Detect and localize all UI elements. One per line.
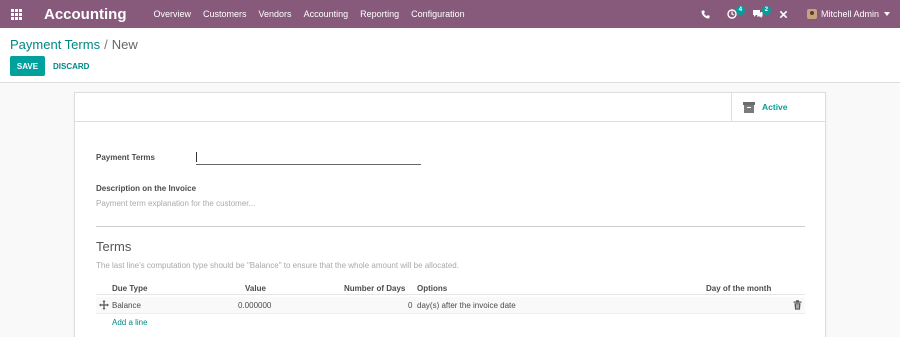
column-day-of-month[interactable]: Day of the month <box>706 284 771 293</box>
breadcrumb-payment-terms[interactable]: Payment Terms <box>10 37 100 52</box>
column-value[interactable]: Value <box>245 284 266 293</box>
row-number-of-days: 0 <box>408 301 413 310</box>
main-menu: Overview Customers Vendors Accounting Re… <box>154 9 477 19</box>
apps-grid-icon <box>10 8 22 20</box>
menu-item-accounting[interactable]: Accounting <box>304 9 349 19</box>
messages-icon[interactable]: 2 <box>748 0 771 28</box>
messages-badge: 2 <box>761 6 771 15</box>
systray: 4 2 Mitchell Admin <box>693 0 900 28</box>
description-label: Description on the Invoice <box>96 184 197 193</box>
active-toggle-button[interactable]: Active <box>731 93 825 121</box>
terms-section-title: Terms <box>96 239 132 254</box>
column-due-type[interactable]: Due Type <box>112 284 147 293</box>
avatar <box>806 9 817 19</box>
menu-item-vendors[interactable]: Vendors <box>259 9 292 19</box>
row-due-type: Balance <box>112 301 141 310</box>
description-input[interactable] <box>96 197 496 209</box>
terms-table-header: Due Type Value Number of Days Options Da… <box>96 281 805 295</box>
menu-item-customers[interactable]: Customers <box>203 9 247 19</box>
terms-help-text: The last line's computation type should … <box>96 261 459 270</box>
activities-badge: 4 <box>735 6 745 15</box>
column-options[interactable]: Options <box>417 284 447 293</box>
user-name: Mitchell Admin <box>820 9 879 19</box>
form-sheet: Active Payment Terms Description on the … <box>74 92 826 337</box>
drag-handle-icon[interactable] <box>99 300 109 310</box>
app-brand[interactable]: Accounting <box>44 6 127 23</box>
control-panel: Payment Terms / New SAVE DISCARD <box>0 28 900 83</box>
breadcrumb-separator: / <box>104 37 108 52</box>
section-divider <box>96 226 805 227</box>
phone-icon[interactable] <box>696 0 716 28</box>
chevron-down-icon <box>884 12 890 16</box>
payment-terms-label: Payment Terms <box>96 153 155 162</box>
top-navbar: Accounting Overview Customers Vendors Ac… <box>0 0 900 28</box>
row-value: 0.000000 <box>238 301 272 310</box>
add-line-link[interactable]: Add a line <box>112 318 148 327</box>
activities-icon[interactable]: 4 <box>722 0 745 28</box>
breadcrumb: Payment Terms / New <box>10 37 138 52</box>
button-box: Active <box>75 93 825 122</box>
payment-terms-input[interactable] <box>196 149 421 165</box>
menu-item-configuration[interactable]: Configuration <box>411 9 465 19</box>
trash-icon[interactable] <box>793 300 802 310</box>
table-row[interactable]: Balance 0.000000 0 day(s) after the invo… <box>96 297 805 314</box>
breadcrumb-current: New <box>111 37 138 52</box>
menu-item-overview[interactable]: Overview <box>154 9 192 19</box>
text-cursor <box>196 152 197 162</box>
save-button[interactable]: SAVE <box>10 56 45 76</box>
menu-item-reporting[interactable]: Reporting <box>360 9 399 19</box>
column-number-of-days[interactable]: Number of Days <box>344 284 405 293</box>
row-options: day(s) after the invoice date <box>417 301 516 310</box>
discard-button[interactable]: DISCARD <box>53 56 89 76</box>
archive-icon <box>743 101 755 113</box>
user-menu[interactable]: Mitchell Admin <box>806 9 890 19</box>
active-label: Active <box>762 102 788 112</box>
debug-close-icon[interactable] <box>774 0 794 28</box>
apps-menu-button[interactable] <box>3 0 29 28</box>
